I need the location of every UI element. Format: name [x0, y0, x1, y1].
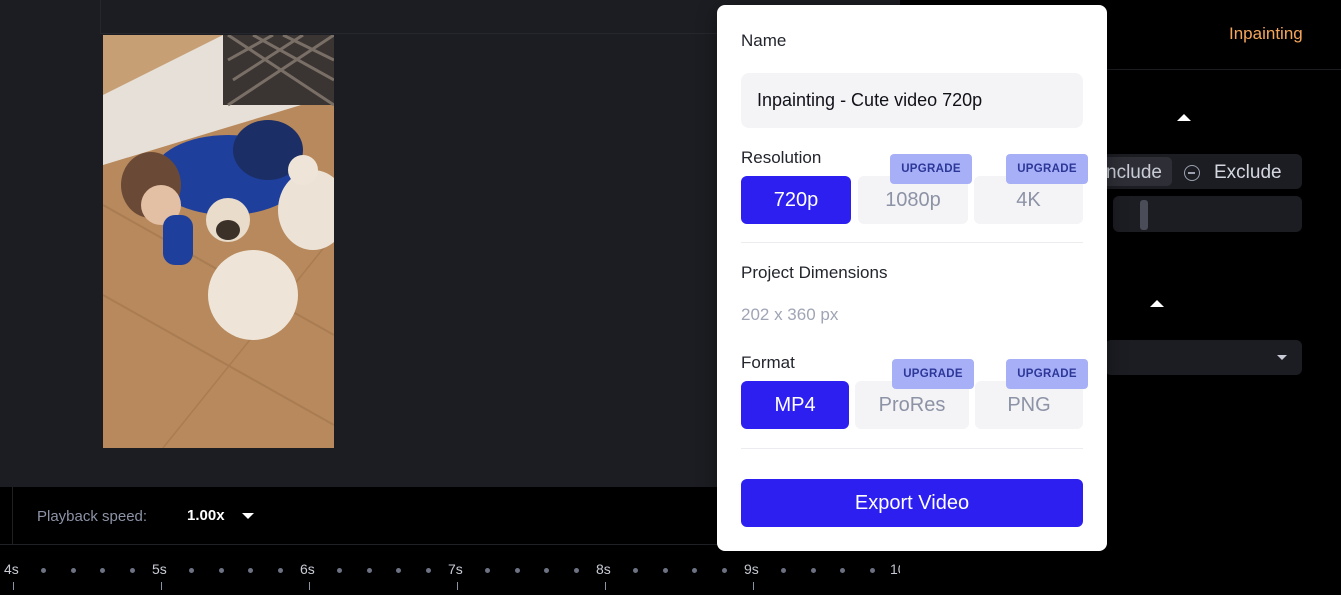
video-preview[interactable]: [103, 35, 334, 448]
playbar-divider: [12, 487, 13, 545]
timeline-dot: [337, 568, 342, 573]
project-dimensions-label: Project Dimensions: [741, 263, 888, 282]
timeline-label: 6s: [300, 561, 315, 577]
tab-inpainting[interactable]: Inpainting: [1229, 24, 1303, 44]
timeline-label: 9s: [744, 561, 759, 577]
upgrade-badge[interactable]: UPGRADE: [1006, 359, 1088, 389]
timeline-dot: [544, 568, 549, 573]
timeline-dot: [426, 568, 431, 573]
panel-dropdown[interactable]: [1105, 340, 1302, 375]
project-name-input[interactable]: [741, 73, 1083, 128]
project-dimensions-value: 202 x 360 px: [741, 305, 839, 324]
include-exclude-toggle: Include Exclude: [1090, 154, 1302, 189]
timeline-dot: [248, 568, 253, 573]
timeline-label: 4s: [4, 561, 19, 577]
timeline-dot: [663, 568, 668, 573]
timeline-label: 7s: [448, 561, 463, 577]
timeline-dot: [396, 568, 401, 573]
timeline-tick: [457, 582, 458, 590]
export-modal: Name Resolution 720p 1080p 4K UPGRADE UP…: [717, 5, 1107, 551]
chevron-down-icon: [1277, 355, 1287, 360]
timeline-ruler[interactable]: 4s 5s 6s 7s 8s 9s 10: [0, 546, 900, 595]
timeline-tick: [161, 582, 162, 590]
brush-size-slider[interactable]: [1113, 196, 1302, 232]
playback-speed-label: Playback speed:: [37, 508, 148, 525]
timeline-label: 8s: [596, 561, 611, 577]
upgrade-badge[interactable]: UPGRADE: [890, 154, 972, 184]
chevron-up-icon[interactable]: [1177, 114, 1191, 121]
timeline-dot: [278, 568, 283, 573]
timeline-dot: [870, 568, 875, 573]
resolution-option-720p[interactable]: 720p: [741, 176, 851, 224]
upgrade-badge[interactable]: UPGRADE: [892, 359, 974, 389]
timeline-dot: [574, 568, 579, 573]
playback-speed-value[interactable]: 1.00x: [187, 507, 225, 524]
minus-circle-icon: [1184, 165, 1200, 181]
include-label: Include: [1100, 162, 1162, 183]
exclude-label: Exclude: [1214, 162, 1282, 183]
timeline-dot: [71, 568, 76, 573]
app-root: Playback speed: 1.00x 4s 5s 6s 7s 8s 9s …: [0, 0, 1341, 595]
timeline-dot: [633, 568, 638, 573]
timeline-dot: [100, 568, 105, 573]
section-divider: [741, 242, 1083, 243]
section-divider: [741, 448, 1083, 449]
timeline-tick: [309, 582, 310, 590]
timeline-label: 10s: [890, 561, 900, 577]
timeline-tick: [605, 582, 606, 590]
timeline-tick: [13, 582, 14, 590]
timeline-dot: [692, 568, 697, 573]
timeline-dot: [130, 568, 135, 573]
name-label: Name: [741, 31, 787, 50]
timeline-dot: [781, 568, 786, 573]
format-label: Format: [741, 353, 795, 372]
timeline-dot: [515, 568, 520, 573]
timeline-dot: [811, 568, 816, 573]
slider-handle[interactable]: [1140, 200, 1148, 230]
timeline-dot: [189, 568, 194, 573]
timeline-dot: [722, 568, 727, 573]
video-frame-image: [103, 35, 334, 448]
export-video-button[interactable]: Export Video: [741, 479, 1083, 527]
timeline-dot: [840, 568, 845, 573]
chevron-down-icon[interactable]: [242, 513, 254, 519]
chevron-up-icon[interactable]: [1150, 300, 1164, 307]
timeline-dot: [367, 568, 372, 573]
format-option-mp4[interactable]: MP4: [741, 381, 849, 429]
timeline-tick: [753, 582, 754, 590]
timeline-label: 5s: [152, 561, 167, 577]
resolution-label: Resolution: [741, 148, 822, 167]
upgrade-badge[interactable]: UPGRADE: [1006, 154, 1088, 184]
timeline-dot: [485, 568, 490, 573]
timeline-dot: [219, 568, 224, 573]
timeline-dot: [41, 568, 46, 573]
